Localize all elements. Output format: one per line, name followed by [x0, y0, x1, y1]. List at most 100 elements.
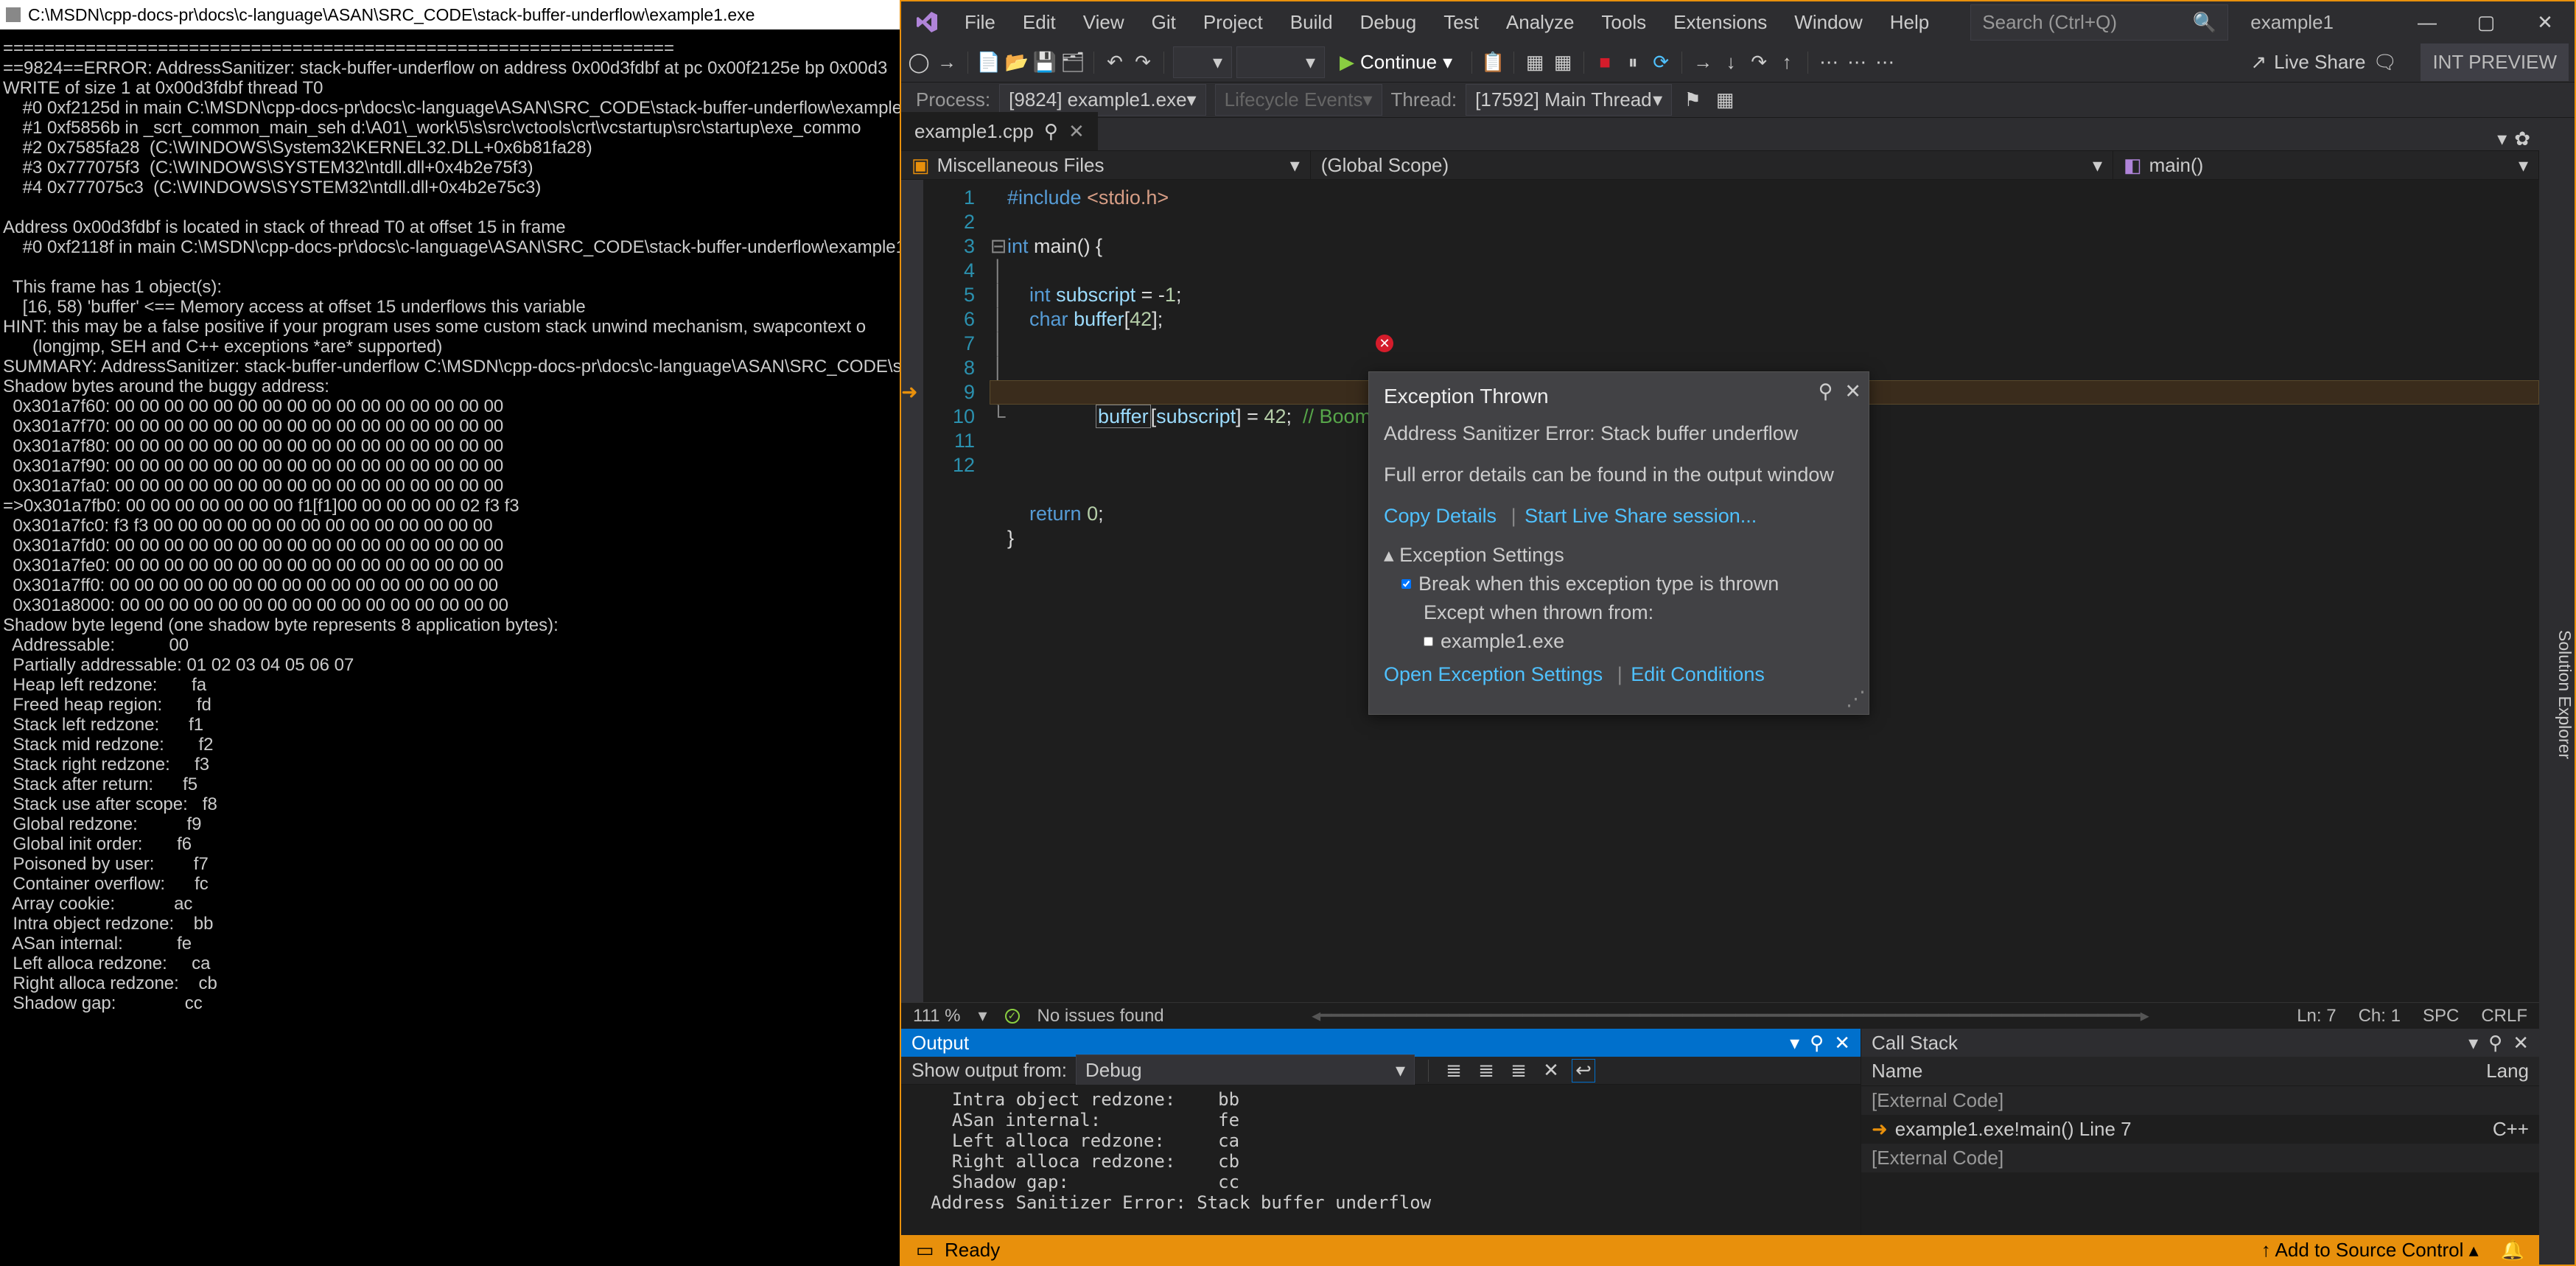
- menu-tools[interactable]: Tools: [1589, 7, 1658, 38]
- liveshare-button[interactable]: ↗ Live Share 🗨: [2240, 46, 2407, 78]
- toolbar-icon[interactable]: ⋯: [1817, 51, 1841, 74]
- thread-dropdown[interactable]: [17592] Main Thread▾: [1466, 84, 1672, 116]
- close-icon[interactable]: ✕: [1844, 380, 1861, 404]
- fold-column[interactable]: ⊟││││││└: [990, 180, 1007, 1002]
- menu-edit[interactable]: Edit: [1011, 7, 1068, 38]
- restart-button[interactable]: ⟳: [1649, 51, 1673, 74]
- callstack-header[interactable]: Name Lang: [1861, 1057, 2539, 1086]
- lifecycle-dropdown[interactable]: Lifecycle Events▾: [1215, 84, 1382, 116]
- resize-grip-icon[interactable]: ⋰: [1846, 687, 1866, 711]
- menu-test[interactable]: Test: [1432, 7, 1491, 38]
- menu-window[interactable]: Window: [1782, 7, 1874, 38]
- step-into-button[interactable]: ↓: [1719, 51, 1743, 74]
- nav-member[interactable]: ◧main()▾: [2113, 151, 2539, 179]
- nav-project[interactable]: ▣Miscellaneous Files▾: [901, 151, 1311, 179]
- issues-text[interactable]: No issues found: [1037, 1006, 1164, 1027]
- output-btn[interactable]: ≣: [1507, 1059, 1530, 1083]
- continue-button[interactable]: ▶ Continue ▾: [1329, 46, 1463, 78]
- maximize-button[interactable]: ▢: [2457, 1, 2516, 43]
- code-content[interactable]: #include <stdio.h> int main() { int subs…: [1007, 180, 2539, 1002]
- menu-git[interactable]: Git: [1140, 7, 1188, 38]
- console-titlebar[interactable]: C:\MSDN\cpp-docs-pr\docs\c-language\ASAN…: [0, 0, 900, 29]
- hscroll[interactable]: ◂━━━━━━━━━━━━━━━━━━━━━━━━━━━━━━━━━━━━━━━…: [1312, 1005, 2149, 1027]
- toolbar-icon[interactable]: ⋯: [1845, 51, 1869, 74]
- step-out-button[interactable]: ↑: [1775, 51, 1799, 74]
- output-text[interactable]: Intra object redzone: bb ASan internal: …: [901, 1085, 1861, 1235]
- nav-back-button[interactable]: ◯: [907, 51, 931, 74]
- exception-settings-toggle[interactable]: ▴ Exception Settings: [1384, 543, 1854, 567]
- menu-debug[interactable]: Debug: [1348, 7, 1429, 38]
- undo-button[interactable]: ↶: [1103, 51, 1127, 74]
- menu-view[interactable]: View: [1071, 7, 1136, 38]
- stop-button[interactable]: ■: [1593, 51, 1617, 74]
- step-over-button[interactable]: ↷: [1747, 51, 1771, 74]
- menu-file[interactable]: File: [953, 7, 1007, 38]
- menu-analyze[interactable]: Analyze: [1494, 7, 1586, 38]
- dropdown-icon[interactable]: ▾: [1790, 1032, 1799, 1055]
- copy-details-link[interactable]: Copy Details: [1384, 505, 1497, 527]
- line-indicator[interactable]: Ln: 7: [2297, 1006, 2336, 1027]
- code-editor[interactable]: 123 456 789 101112 ⊟││││││└ #include <st…: [901, 180, 2539, 1002]
- toolbar-icon[interactable]: 📋: [1481, 51, 1505, 74]
- output-source-dropdown[interactable]: Debug▾: [1076, 1055, 1415, 1086]
- vs-titlebar[interactable]: File Edit View Git Project Build Debug T…: [901, 1, 2575, 43]
- menu-project[interactable]: Project: [1191, 7, 1275, 38]
- indent-indicator[interactable]: SPC: [2423, 1006, 2459, 1027]
- nav-scope[interactable]: (Global Scope)▾: [1311, 151, 2113, 179]
- search-box[interactable]: Search (Ctrl+Q) 🔍: [1970, 4, 2228, 41]
- pin-icon[interactable]: ⚲: [1810, 1032, 1824, 1055]
- nav-fwd-button[interactable]: →: [935, 51, 959, 74]
- zoom-level[interactable]: 111 %: [913, 1006, 961, 1027]
- error-icon[interactable]: ✕: [1376, 335, 1393, 352]
- platform-dropdown[interactable]: ▾: [1236, 46, 1325, 78]
- save-all-button[interactable]: 🗂: [1061, 51, 1085, 74]
- toolbar-icon[interactable]: ▦: [1523, 51, 1547, 74]
- new-item-button[interactable]: 📄: [977, 51, 1001, 74]
- pin-icon[interactable]: ⚲: [2488, 1032, 2502, 1055]
- start-liveshare-link[interactable]: Start Live Share session...: [1525, 505, 1757, 527]
- except-exe-checkbox[interactable]: example1.exe: [1424, 629, 1854, 654]
- close-button[interactable]: ✕: [2516, 1, 2575, 43]
- dropdown-icon[interactable]: ▾: [2468, 1032, 2478, 1055]
- close-icon[interactable]: ✕: [1834, 1032, 1850, 1055]
- output-btn[interactable]: ≣: [1474, 1059, 1498, 1083]
- open-exception-settings-link[interactable]: Open Exception Settings: [1384, 663, 1603, 685]
- eol-indicator[interactable]: CRLF: [2481, 1006, 2527, 1027]
- minimize-button[interactable]: —: [2398, 1, 2457, 43]
- source-control-button[interactable]: ↑ Add to Source Control ▴: [2261, 1239, 2479, 1262]
- open-button[interactable]: 📂: [1005, 51, 1029, 74]
- output-title[interactable]: Output ▾⚲✕: [901, 1029, 1861, 1057]
- notifications-icon[interactable]: 🔔: [2501, 1239, 2524, 1262]
- toolbar-icon[interactable]: ▦: [1551, 51, 1575, 74]
- close-icon[interactable]: ✕: [1068, 120, 1085, 143]
- break-all-button[interactable]: ⏸: [1621, 51, 1645, 74]
- tab-example1[interactable]: example1.cpp ⚲ ✕: [901, 112, 1098, 150]
- output-btn[interactable]: ≣: [1442, 1059, 1466, 1083]
- show-next-button[interactable]: →: [1691, 51, 1715, 74]
- pin-icon[interactable]: ⚲: [1044, 120, 1058, 143]
- clear-button[interactable]: ✕: [1539, 1059, 1563, 1083]
- pin-icon[interactable]: ⚲: [1819, 380, 1833, 404]
- process-dropdown[interactable]: [9824] example1.exe▾: [999, 84, 1205, 116]
- solution-explorer-tab[interactable]: Solution Explorer: [2555, 630, 2575, 759]
- break-checkbox[interactable]: Break when this exception type is thrown: [1401, 572, 1854, 596]
- stack-frame-icon[interactable]: ▦: [1713, 88, 1737, 112]
- redo-button[interactable]: ↷: [1131, 51, 1155, 74]
- toolbar-icon[interactable]: ⋯: [1873, 51, 1897, 74]
- callstack-row[interactable]: [External Code]: [1861, 1144, 2539, 1172]
- callstack-title[interactable]: Call Stack ▾⚲✕: [1861, 1029, 2539, 1057]
- menu-help[interactable]: Help: [1878, 7, 1941, 38]
- tab-settings-icon[interactable]: ✿: [2514, 127, 2530, 150]
- config-dropdown[interactable]: ▾: [1173, 46, 1232, 78]
- wrap-button[interactable]: ↩: [1572, 1059, 1595, 1083]
- thread-icon[interactable]: ⚑: [1681, 88, 1704, 112]
- col-indicator[interactable]: Ch: 1: [2359, 1006, 2401, 1027]
- edit-conditions-link[interactable]: Edit Conditions: [1631, 663, 1765, 685]
- menu-build[interactable]: Build: [1278, 7, 1345, 38]
- callstack-row[interactable]: ➜example1.exe!main() Line 7C++: [1861, 1115, 2539, 1144]
- tab-overflow-icon[interactable]: ▾: [2497, 127, 2507, 150]
- feedback-icon[interactable]: 🗨: [2373, 51, 2397, 74]
- save-button[interactable]: 💾: [1033, 51, 1057, 74]
- callstack-row[interactable]: [External Code]: [1861, 1086, 2539, 1115]
- menu-extensions[interactable]: Extensions: [1662, 7, 1779, 38]
